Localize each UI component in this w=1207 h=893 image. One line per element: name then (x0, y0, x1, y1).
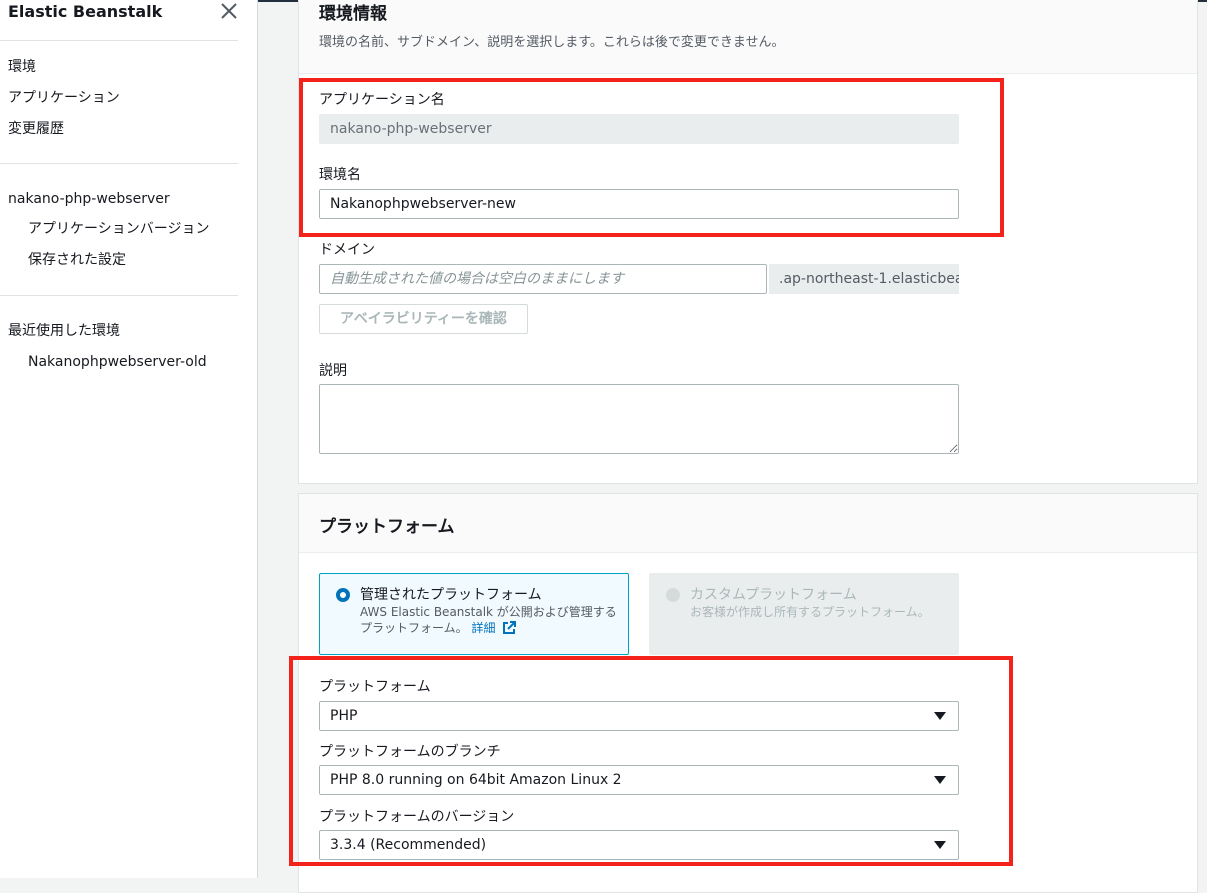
section-title: プラットフォーム (319, 517, 455, 537)
nav-environments[interactable]: 環境 (8, 58, 36, 76)
sidebar: Elastic Beanstalk 環境 アプリケーション 変更履歴 nakan… (0, 0, 258, 878)
description-textarea[interactable] (319, 384, 959, 454)
domain-label: ドメイン (319, 242, 375, 258)
nav-applications[interactable]: アプリケーション (8, 89, 120, 107)
managed-platform-option[interactable]: 管理されたプラットフォーム AWS Elastic Beanstalk が公開お… (319, 573, 629, 655)
radio-disabled (666, 588, 680, 602)
dropdown-caret-icon (934, 712, 946, 720)
dropdown-caret-icon (934, 841, 946, 849)
divider (0, 40, 238, 41)
recent-envs-heading: 最近使用した環境 (8, 323, 120, 339)
section-title: 環境情報 (319, 4, 387, 24)
nav-change-history[interactable]: 変更履歴 (8, 120, 64, 138)
app-name-field: nakano-php-webserver (319, 114, 959, 144)
divider (0, 295, 238, 296)
version-select[interactable]: 3.3.4 (Recommended) (319, 830, 959, 860)
section-description: 環境の名前、サブドメイン、説明を選択します。これらは後で変更できません。 (319, 35, 785, 50)
platform-panel: プラットフォーム 管理されたプラットフォーム AWS Elastic Beans… (298, 493, 1198, 893)
branch-label: プラットフォームのブランチ (319, 744, 501, 760)
env-name-input[interactable]: Nakanophpwebserver-new (319, 189, 959, 219)
domain-placeholder: 自動生成された値の場合は空白のままにします (330, 271, 624, 287)
branch-select-value: PHP 8.0 running on 64bit Amazon Linux 2 (330, 772, 622, 788)
nav-saved-configs[interactable]: 保存された設定 (28, 251, 126, 269)
check-availability-button[interactable]: アベイラビリティーを確認 (319, 304, 528, 334)
custom-platform-desc: お客様が作成し所有するプラットフォーム。 (690, 605, 930, 619)
branch-select[interactable]: PHP 8.0 running on 64bit Amazon Linux 2 (319, 765, 959, 795)
sidebar-header: Elastic Beanstalk (8, 2, 248, 24)
platform-select[interactable]: PHP (319, 701, 959, 731)
domain-suffix: .ap-northeast-1.elasticbeanstalk.com (769, 264, 959, 294)
radio-selected[interactable] (336, 588, 350, 602)
platform-label: プラットフォーム (319, 679, 431, 695)
nav-recent-env[interactable]: Nakanophpwebserver-old (28, 353, 207, 371)
platform-select-value: PHP (330, 708, 358, 724)
env-name-label: 環境名 (319, 167, 361, 183)
external-link-icon[interactable] (502, 621, 517, 639)
version-label: プラットフォームのバージョン (319, 809, 515, 825)
app-name-label: アプリケーション名 (319, 92, 445, 108)
custom-platform-option: カスタムプラットフォーム お客様が作成し所有するプラットフォーム。 (649, 573, 959, 655)
environment-info-panel: 環境情報 環境の名前、サブドメイン、説明を選択します。これらは後で変更できません… (298, 0, 1198, 484)
sidebar-title: Elastic Beanstalk (8, 2, 163, 21)
close-icon[interactable] (220, 2, 238, 20)
custom-platform-title: カスタムプラットフォーム (690, 587, 857, 603)
domain-input[interactable]: 自動生成された値の場合は空白のままにします (319, 264, 767, 294)
managed-platform-title: 管理されたプラットフォーム (360, 587, 542, 603)
nav-app-name[interactable]: nakano-php-webserver (8, 190, 170, 208)
description-label: 説明 (319, 363, 347, 379)
dropdown-caret-icon (934, 776, 946, 784)
managed-platform-desc: AWS Elastic Beanstalk が公開および管理するプラットフォーム… (360, 604, 620, 639)
divider (0, 163, 238, 164)
details-link[interactable]: 詳細 (471, 621, 495, 635)
version-select-value: 3.3.4 (Recommended) (330, 837, 487, 853)
nav-app-versions[interactable]: アプリケーションバージョン (28, 220, 209, 238)
